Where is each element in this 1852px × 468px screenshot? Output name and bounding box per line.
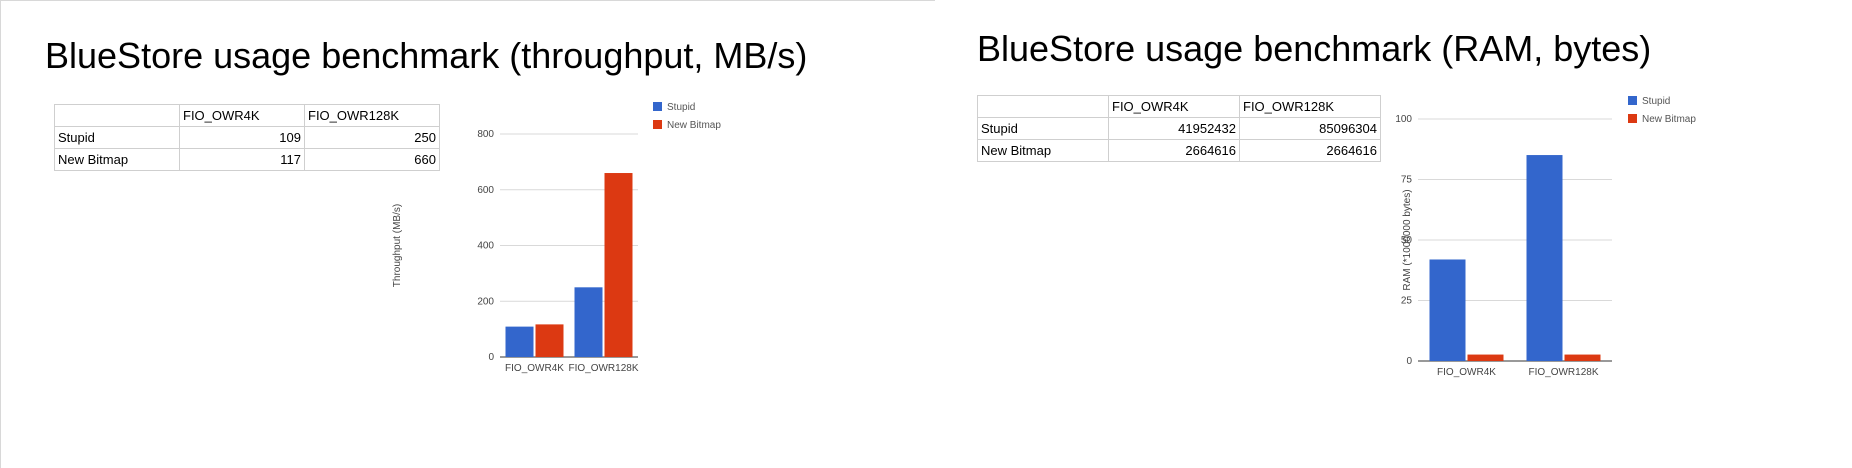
legend-label: Stupid [1642,96,1670,107]
bar-new-bitmap [1467,354,1504,361]
table-header-cell [54,104,180,127]
table-row: Stupid 109 250 [54,126,440,149]
table-row-label: New Bitmap [54,148,180,171]
legend-label: New Bitmap [667,120,721,131]
x-tick-label: FIO_OWR4K [1437,367,1496,378]
bar-stupid [1429,259,1466,361]
table-row-label: Stupid [54,126,180,149]
y-tick-label: 0 [488,352,494,363]
bar-stupid [505,326,534,357]
right-slide-title: BlueStore usage benchmark (RAM, bytes) [977,28,1652,69]
table-cell: 117 [179,148,305,171]
table-cell: 250 [304,126,440,149]
table-row: New Bitmap 117 660 [54,148,440,171]
table-cell: 2664616 [1108,139,1240,162]
y-tick-label: 0 [1406,356,1412,367]
table-header-cell: FIO_OWR4K [179,104,305,127]
table-row: Stupid 41952432 85096304 [977,117,1381,140]
bar-stupid [1526,155,1563,361]
table-row: New Bitmap 2664616 2664616 [977,139,1381,162]
y-tick-label: 800 [477,129,494,140]
throughput-table: FIO_OWR4K FIO_OWR128K Stupid 109 250 New… [54,104,440,171]
bar-new-bitmap [1564,354,1601,361]
legend-label: Stupid [667,102,695,113]
ram-table: FIO_OWR4K FIO_OWR128K Stupid 41952432 85… [977,95,1381,162]
table-header-row: FIO_OWR4K FIO_OWR128K [977,95,1381,118]
legend-swatch [1628,114,1637,123]
throughput-bar-chart: 0 200 400 600 800 Throughput (MB/s) FIO_OWR4K F… [392,102,721,374]
y-axis-title: Throughput (MB/s) [392,204,403,287]
legend-swatch [653,102,662,111]
table-row-label: Stupid [977,117,1109,140]
bar-new-bitmap [604,173,633,357]
table-header-row: FIO_OWR4K FIO_OWR128K [54,104,440,127]
table-header-cell: FIO_OWR128K [304,104,440,127]
table-cell: 660 [304,148,440,171]
legend-label: New Bitmap [1642,114,1696,125]
table-cell: 109 [179,126,305,149]
bar-stupid [574,287,603,357]
x-tick-label: FIO_OWR4K [505,363,564,374]
bar-new-bitmap [535,324,564,357]
table-header-cell [977,95,1109,118]
legend-swatch [1628,96,1637,105]
table-row-label: New Bitmap [977,139,1109,162]
y-tick-label: 200 [477,296,494,307]
y-axis-title: RAM (*1000000 bytes) [1402,189,1413,290]
y-tick-label: 400 [477,241,494,252]
left-slide-title: BlueStore usage benchmark (throughput, M… [45,35,808,76]
table-cell: 41952432 [1108,117,1240,140]
y-tick-label: 25 [1401,296,1413,307]
ram-bar-chart: 0255075100RAM (*1000000 bytes)FIO_OWR4K F… [1395,96,1696,378]
y-tick-label: 75 [1401,175,1413,186]
y-tick-label: 600 [477,185,494,196]
x-tick-label: FIO_OWR128K [1528,367,1598,378]
table-header-cell: FIO_OWR4K [1108,95,1240,118]
y-tick-label: 100 [1395,114,1412,125]
legend-swatch [653,120,662,129]
x-tick-label: FIO_OWR128K [568,363,638,374]
